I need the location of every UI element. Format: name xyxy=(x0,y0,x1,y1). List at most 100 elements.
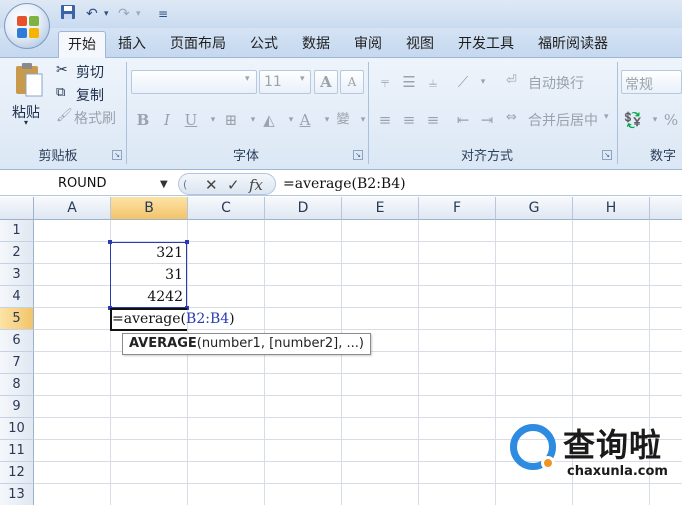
customize-toolbar-icon[interactable]: ≡ xyxy=(158,4,168,24)
underline-button[interactable]: U xyxy=(180,109,202,131)
save-icon[interactable] xyxy=(60,4,76,24)
row-header-3[interactable]: 3 xyxy=(0,264,34,286)
copy-icon: ⧉ xyxy=(56,85,66,100)
align-middle-icon[interactable]: ☰ xyxy=(398,71,420,93)
row-header-12[interactable]: 12 xyxy=(0,462,34,484)
orientation-icon[interactable]: ⟋ xyxy=(452,71,474,93)
alignment-launcher-icon[interactable]: ↘ xyxy=(602,150,612,160)
number-format-select[interactable]: 常规 xyxy=(621,70,682,94)
decrease-indent-icon[interactable]: ⇤ xyxy=(452,109,474,131)
format-painter-button[interactable]: 🖌 格式刷 xyxy=(56,108,122,128)
tooltip-function-name[interactable]: AVERAGE xyxy=(129,336,197,351)
phonetic-icon[interactable]: 變 xyxy=(332,109,354,131)
name-box-dropdown-icon[interactable]: ▼ xyxy=(160,179,168,190)
formula-input[interactable]: =average(B2:B4) xyxy=(283,172,406,196)
cancel-icon[interactable]: ✕ xyxy=(205,176,218,194)
range-handle[interactable] xyxy=(108,240,112,244)
tab-view[interactable]: 视图 xyxy=(398,31,442,58)
name-box[interactable]: ROUND xyxy=(0,172,176,196)
column-header-e[interactable]: E xyxy=(342,197,419,220)
enter-icon[interactable]: ✓ xyxy=(227,176,240,194)
column-header-c[interactable]: C xyxy=(188,197,265,220)
row-header-10[interactable]: 10 xyxy=(0,418,34,440)
insert-function-icon[interactable]: fx xyxy=(249,176,263,194)
wrap-text-button[interactable]: ⏎ 自动换行 xyxy=(506,72,596,94)
logo-dot-icon xyxy=(541,456,555,470)
tab-data[interactable]: 数据 xyxy=(294,31,338,58)
orientation-dropdown-icon[interactable]: ▾ xyxy=(472,71,494,93)
row-header-1[interactable]: 1 xyxy=(0,220,34,242)
tab-home[interactable]: 开始 xyxy=(58,31,106,58)
excel-window: ↶ ▾ ↷ ▾ ≡ 开始 插入 页面布局 公式 数据 审阅 视图 开发工具 福昕… xyxy=(0,0,682,505)
cell-edit-prefix: =average( xyxy=(112,311,187,327)
currency-icon[interactable]: 💱 xyxy=(622,109,644,131)
row-header-2[interactable]: 2 xyxy=(0,242,34,264)
watermark-en-text: chaxunla.com xyxy=(567,464,668,479)
tab-insert[interactable]: 插入 xyxy=(110,31,154,58)
undo-dropdown-icon[interactable]: ▾ xyxy=(104,4,109,24)
bold-button[interactable]: B xyxy=(132,109,154,131)
select-all-corner[interactable] xyxy=(0,197,34,220)
align-top-icon[interactable]: ⫧ xyxy=(374,71,396,93)
wrap-text-label: 自动换行 xyxy=(528,76,584,92)
merge-center-dropdown-icon: ▾ xyxy=(604,112,609,122)
tab-review[interactable]: 审阅 xyxy=(346,31,390,58)
shrink-font-icon: A xyxy=(347,75,357,89)
column-header-f[interactable]: F xyxy=(419,197,496,220)
align-left-icon[interactable]: ≡ xyxy=(374,109,396,131)
column-header-g[interactable]: G xyxy=(496,197,573,220)
increase-indent-icon[interactable]: ⇥ xyxy=(476,109,498,131)
tab-page-layout[interactable]: 页面布局 xyxy=(162,31,234,58)
font-launcher-icon[interactable]: ↘ xyxy=(353,150,363,160)
font-name-select[interactable]: ▾ xyxy=(131,70,257,94)
row-header-13[interactable]: 13 xyxy=(0,484,34,505)
align-right-icon[interactable]: ≡ xyxy=(422,109,444,131)
number-group-label: 数字 xyxy=(650,149,677,164)
column-header-h[interactable]: H xyxy=(573,197,650,220)
merge-center-button[interactable]: ⇔ 合并后居中 ▾ xyxy=(506,109,614,131)
redo-icon[interactable]: ↷ xyxy=(118,4,130,24)
ribbon-tabs: 开始 插入 页面布局 公式 数据 审阅 视图 开发工具 福昕阅读器 xyxy=(0,28,682,58)
cut-button[interactable]: ✂ 剪切 xyxy=(56,62,116,82)
shrink-font-button[interactable]: A xyxy=(340,70,364,94)
font-group-label: 字体 xyxy=(232,149,259,164)
tab-foxit-reader[interactable]: 福昕阅读器 xyxy=(530,31,616,58)
watermark-cn-text: 查询啦 xyxy=(563,426,663,464)
grow-font-button[interactable]: A xyxy=(314,70,338,94)
cell-edit-suffix: ) xyxy=(229,311,235,327)
column-header-b[interactable]: B xyxy=(111,197,188,220)
row-header-11[interactable]: 11 xyxy=(0,440,34,462)
column-header-i[interactable] xyxy=(650,197,682,220)
cell-edit-text[interactable]: =average(B2:B4) xyxy=(112,308,235,330)
function-signature-tooltip[interactable]: AVERAGE(number1, [number2], ...) xyxy=(122,333,371,355)
row-header-6[interactable]: 6 xyxy=(0,330,34,352)
align-bottom-icon[interactable]: ⫨ xyxy=(422,71,444,93)
phonetic-dropdown-icon[interactable]: ▾ xyxy=(352,109,374,131)
range-handle[interactable] xyxy=(185,240,189,244)
column-header-d[interactable]: D xyxy=(265,197,342,220)
tab-developer[interactable]: 开发工具 xyxy=(450,31,522,58)
row-header-7[interactable]: 7 xyxy=(0,352,34,374)
italic-button[interactable]: I xyxy=(156,109,178,131)
office-button[interactable] xyxy=(4,3,50,49)
row-header-8[interactable]: 8 xyxy=(0,374,34,396)
row-header-4[interactable]: 4 xyxy=(0,286,34,308)
undo-icon[interactable]: ↶ xyxy=(86,4,98,24)
border-icon[interactable]: ⊞ xyxy=(220,109,242,131)
font-size-select[interactable]: 11 ▾ xyxy=(259,70,311,94)
fill-color-icon[interactable]: ◭ xyxy=(258,109,280,131)
column-header-a[interactable]: A xyxy=(34,197,111,220)
tab-formulas[interactable]: 公式 xyxy=(242,31,286,58)
row-header-5[interactable]: 5 xyxy=(0,308,34,330)
clipboard-launcher-icon[interactable]: ↘ xyxy=(112,150,122,160)
font-size-value: 11 xyxy=(264,74,282,90)
align-center-icon[interactable]: ≡ xyxy=(398,109,420,131)
redo-dropdown-icon[interactable]: ▾ xyxy=(136,4,141,24)
row-header-9[interactable]: 9 xyxy=(0,396,34,418)
paste-button[interactable]: 粘贴 ▾ xyxy=(10,62,48,128)
collapse-icon[interactable]: ( xyxy=(183,176,187,194)
font-color-button[interactable]: A xyxy=(294,109,316,131)
copy-button[interactable]: ⧉ 复制 xyxy=(56,85,116,105)
font-size-dropdown-icon: ▾ xyxy=(300,74,305,84)
percent-button[interactable]: % xyxy=(660,109,682,131)
